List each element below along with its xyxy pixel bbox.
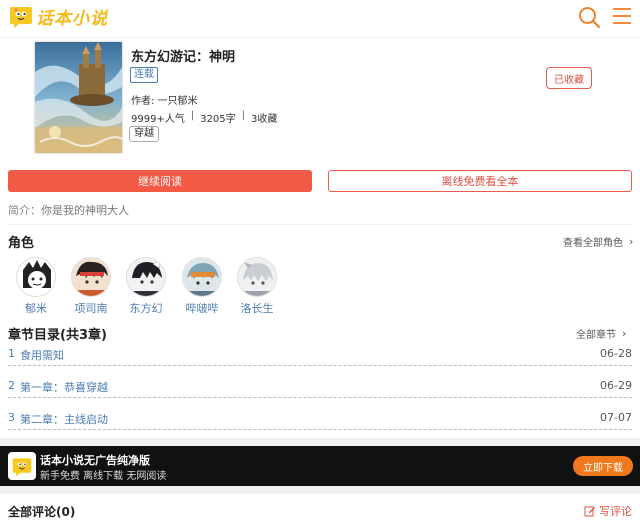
role-item[interactable]: 东方幻 [124,257,168,316]
chapter-date: 06-29 [600,379,632,392]
chapter-title: 食用需知 [20,349,64,362]
section-gap [0,486,640,494]
banner-logo [8,452,36,480]
book-title: 东方幻游记：神明 [131,50,236,65]
avatar-illustration [72,258,110,296]
book-info: 东方幻游记：神明 连载 作者: 一只郁米 9999+人气 | 3205字 | 3… [0,38,640,160]
avatar-illustration [238,258,276,296]
role-avatar [182,257,222,297]
book-intro: 简介：你是我的神明大人 [8,202,129,218]
chapter-title: 第一章：恭喜穿越 [20,381,108,394]
app-logo[interactable]: 话本小说 [8,3,108,29]
role-list: 郁米 项司南 东方幻 哔啵哔 洛长生 [0,257,640,317]
favorite-count: 3收藏 [251,114,278,125]
continue-reading-button[interactable]: 继续阅读 [8,170,312,192]
offline-read-button[interactable]: 离线免费看全本 [328,170,632,192]
role-name: 郁米 [25,302,47,315]
popularity-count: 9999+人气 [131,114,185,125]
chapter-number: 3 [8,411,15,424]
chevron-right-icon: › [629,235,634,248]
book-cover[interactable] [35,42,122,153]
role-item[interactable]: 项司南 [69,257,113,316]
all-chapters-label: 全部章节 [576,330,616,341]
cover-illustration [35,42,122,153]
chapter-number: 1 [8,347,15,360]
genre-tag[interactable]: 穿越 [129,126,159,142]
role-name: 东方幻 [129,302,163,315]
chapter-date: 06-28 [600,347,632,360]
role-avatar [126,257,166,297]
chapter-row[interactable]: 2 第一章：恭喜穿越 06-29 [8,376,632,398]
chapter-title: 第二章：主线启动 [20,413,108,426]
word-count: 3205字 [200,114,236,125]
avatar-illustration [17,258,55,296]
download-button[interactable]: 立即下载 [573,456,633,476]
banner-subtitle: 新手免费 离线下载 无网阅读 [40,471,167,482]
favorited-button[interactable]: 已收藏 [546,67,592,89]
intro-text: 你是我的神明大人 [41,204,129,217]
view-all-roles-link[interactable]: 查看全部角色 › [563,234,633,249]
avatar-illustration [127,258,165,296]
chapter-row[interactable]: 1 食用需知 06-28 [8,344,632,366]
role-item[interactable]: 郁米 [14,257,58,316]
chapter-row[interactable]: 3 第二章：主线启动 07-07 [8,408,632,430]
edit-icon [584,506,595,517]
view-all-roles-label: 查看全部角色 [563,238,623,249]
role-item[interactable]: 洛长生 [235,257,279,316]
status-badge: 连载 [130,67,158,83]
menu-icon[interactable] [612,6,632,26]
chapter-number: 2 [8,379,15,392]
search-icon[interactable] [577,5,601,29]
chevron-right-icon: › [622,327,627,340]
action-buttons: 继续阅读 离线免费看全本 [0,170,640,192]
section-gap [0,438,640,446]
role-avatar [237,257,277,297]
chapters-section-title: 章节目录(共3章) [8,328,107,343]
roles-section-title: 角色 [8,236,35,251]
role-avatar [16,257,56,297]
write-comment-button[interactable]: 写评论 [584,503,632,519]
logo-icon [10,7,32,28]
intro-label: 简介： [8,204,41,217]
role-item[interactable]: 哔啵哔 [180,257,224,316]
stats-separator: | [241,110,246,121]
role-name: 项司南 [74,302,108,315]
banner-title: 话本小说无广告纯净版 [40,454,150,467]
avatar-illustration [183,258,221,296]
top-header: 话本小说 [0,0,640,38]
role-name: 洛长生 [240,302,274,315]
role-avatar [71,257,111,297]
write-comment-label: 写评论 [599,505,632,518]
role-name: 哔啵哔 [185,302,219,315]
chapter-date: 07-07 [600,411,632,424]
comments-title: 全部评论(0) [8,505,76,519]
all-chapters-link[interactable]: 全部章节 › [576,326,626,341]
book-stats: 9999+人气 | 3205字 | 3收藏 [131,110,277,125]
book-author: 作者: 一只郁米 [131,96,198,107]
download-banner[interactable]: 话本小说无广告纯净版 新手免费 离线下载 无网阅读 立即下载 [0,446,640,486]
divider [8,224,632,225]
logo-text: 话本小说 [36,8,108,29]
app-logo-icon [12,458,32,477]
stats-separator: | [190,110,195,121]
